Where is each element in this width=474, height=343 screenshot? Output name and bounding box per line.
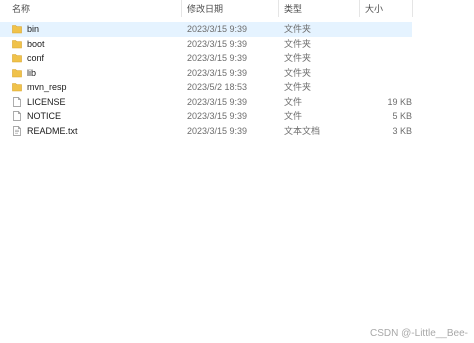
- file-date: 2023/3/15 9:39: [187, 38, 248, 49]
- file-type: 文件夹: [284, 67, 312, 78]
- file-name: NOTICE: [27, 111, 62, 121]
- column-divider[interactable]: [181, 0, 182, 17]
- file-name: mvn_resp: [27, 82, 67, 92]
- file-list: bin 2023/3/15 9:39 文件夹 boot 2023/3/15 9:…: [0, 22, 420, 138]
- file-size: [352, 51, 412, 66]
- file-icon: [12, 96, 22, 107]
- column-header-date[interactable]: 修改日期: [187, 3, 223, 15]
- file-date: 2023/5/2 18:53: [187, 82, 248, 92]
- column-divider[interactable]: [359, 0, 360, 17]
- file-row-bin[interactable]: bin 2023/3/15 9:39 文件夹: [0, 22, 412, 37]
- file-date: 2023/3/15 9:39: [187, 53, 248, 63]
- file-type: 文件夹: [284, 38, 312, 49]
- file-type: 文件夹: [284, 53, 312, 63]
- file-name: lib: [27, 67, 37, 78]
- file-name: bin: [27, 24, 40, 34]
- file-date: 2023/3/15 9:39: [187, 125, 248, 136]
- text-file-icon: [12, 125, 22, 136]
- file-size: [352, 37, 412, 52]
- file-size: 19 KB: [387, 96, 412, 107]
- file-type: 文件: [284, 96, 303, 107]
- folder-icon: [12, 39, 22, 49]
- folder-icon: [12, 24, 22, 34]
- file-row-readme[interactable]: README.txt 2023/3/15 9:39 文本文档 3 KB: [0, 124, 412, 139]
- folder-icon: [12, 53, 22, 63]
- column-header: 名称 ⌃ 修改日期 类型 大小: [0, 0, 420, 17]
- file-name: LICENSE: [27, 96, 66, 107]
- file-name: conf: [27, 53, 45, 63]
- file-row-conf[interactable]: conf 2023/3/15 9:39 文件夹: [0, 51, 412, 66]
- file-date: 2023/3/15 9:39: [187, 111, 248, 121]
- column-divider[interactable]: [412, 0, 413, 17]
- file-date: 2023/3/15 9:39: [187, 96, 248, 107]
- file-row-license[interactable]: LICENSE 2023/3/15 9:39 文件 19 KB: [0, 95, 412, 110]
- column-header-type[interactable]: 类型: [284, 3, 302, 15]
- file-name: boot: [27, 38, 45, 49]
- file-name: README.txt: [27, 125, 78, 136]
- file-type: 文件: [284, 111, 303, 121]
- file-size: [352, 66, 412, 81]
- folder-icon: [12, 82, 22, 92]
- file-row-notice[interactable]: NOTICE 2023/3/15 9:39 文件 5 KB: [0, 109, 412, 124]
- file-date: 2023/3/15 9:39: [187, 24, 248, 34]
- file-date: 2023/3/15 9:39: [187, 67, 248, 78]
- file-row-boot[interactable]: boot 2023/3/15 9:39 文件夹: [0, 37, 412, 52]
- file-type: 文件夹: [284, 82, 312, 92]
- file-size: [352, 22, 412, 37]
- column-header-size[interactable]: 大小: [365, 3, 383, 15]
- file-size: [352, 80, 412, 95]
- file-row-lib[interactable]: lib 2023/3/15 9:39 文件夹: [0, 66, 412, 81]
- file-type: 文本文档: [284, 125, 321, 136]
- column-divider[interactable]: [278, 0, 279, 17]
- watermark: CSDN @-Little__Bee-: [370, 328, 468, 339]
- file-type: 文件夹: [284, 24, 312, 34]
- sort-arrow-icon: ⌃: [92, 0, 99, 4]
- column-header-name[interactable]: 名称: [12, 3, 30, 15]
- file-size: 5 KB: [392, 111, 412, 121]
- file-icon: [12, 111, 22, 121]
- file-row-mvn-resp[interactable]: mvn_resp 2023/5/2 18:53 文件夹: [0, 80, 412, 95]
- file-size: 3 KB: [392, 125, 412, 136]
- folder-icon: [12, 68, 22, 78]
